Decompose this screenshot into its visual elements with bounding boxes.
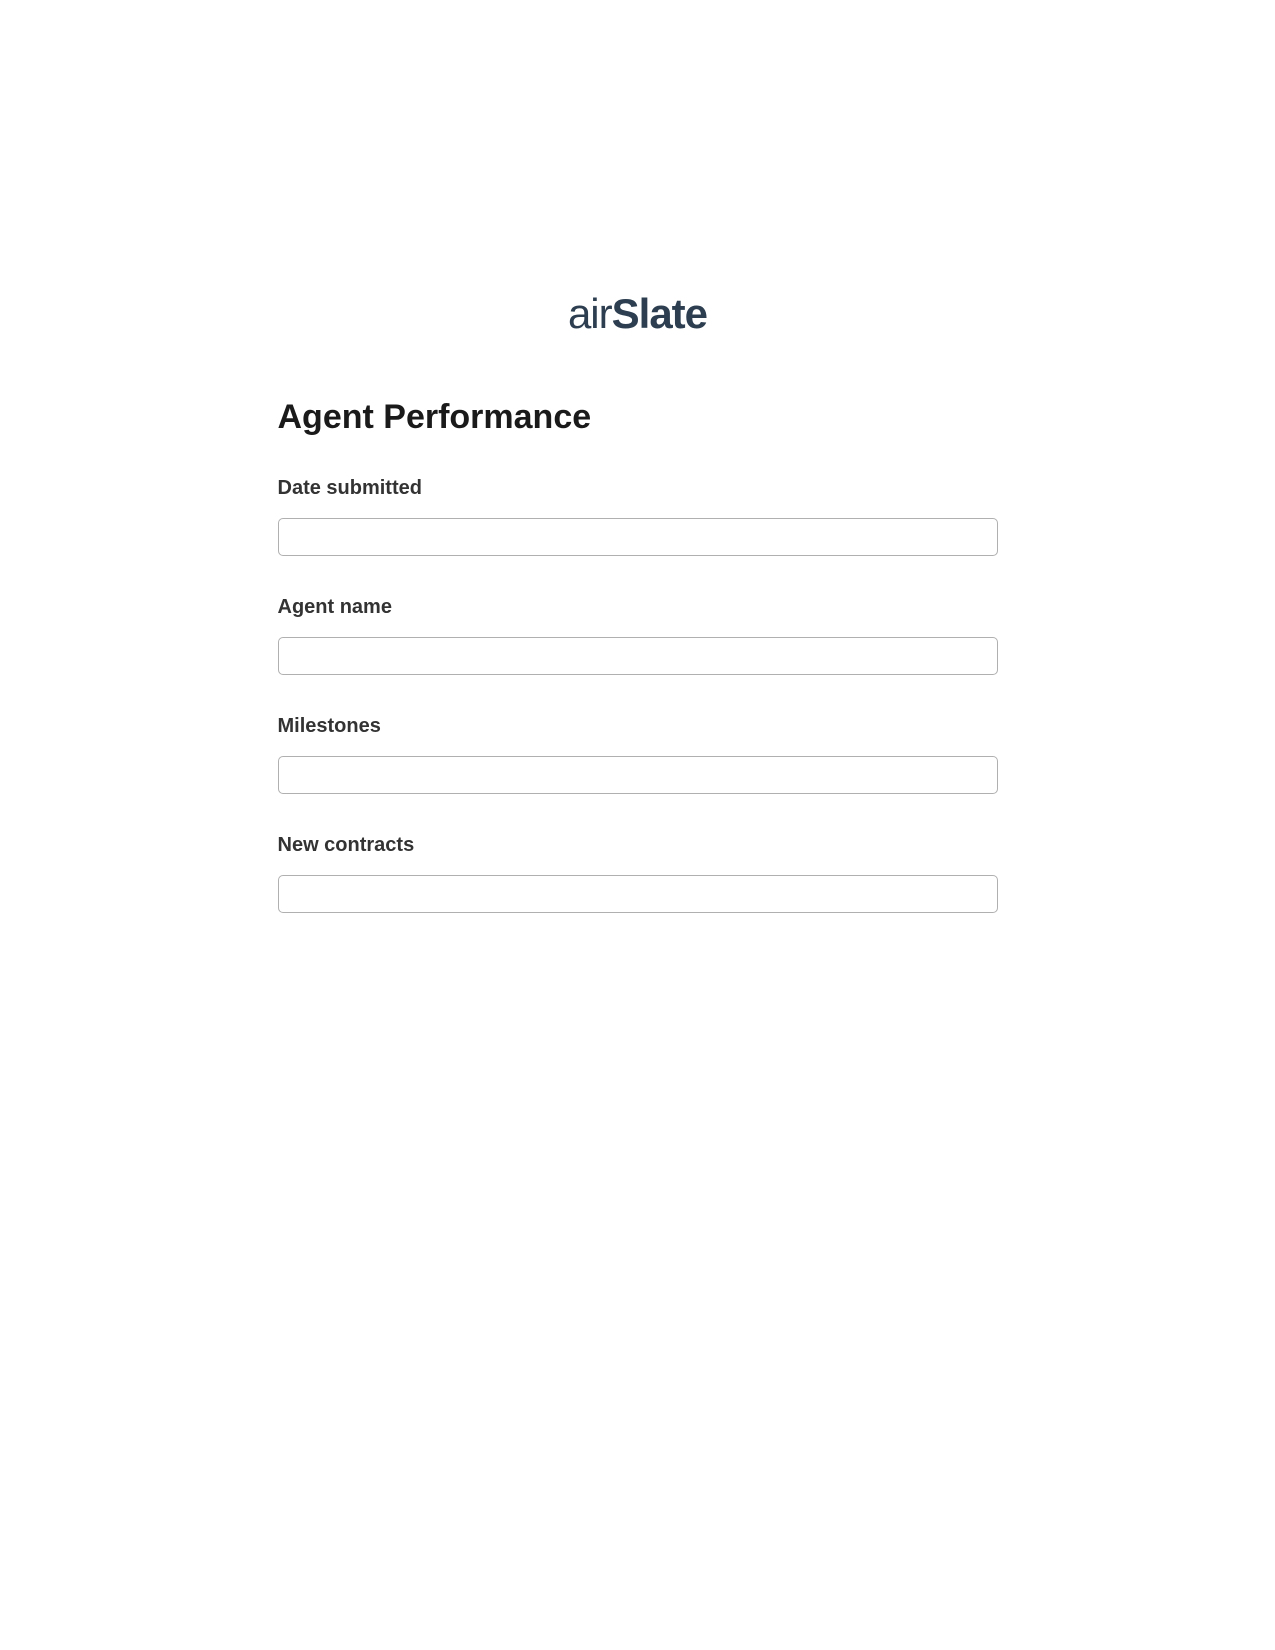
input-date-submitted[interactable]	[278, 518, 998, 556]
logo-suffix: Slate	[612, 290, 707, 337]
form-title: Agent Performance	[278, 398, 998, 437]
label-date-submitted: Date submitted	[278, 477, 998, 500]
input-agent-name[interactable]	[278, 637, 998, 675]
logo: airSlate	[278, 290, 998, 338]
field-agent-name: Agent name	[278, 596, 998, 675]
label-new-contracts: New contracts	[278, 834, 998, 857]
logo-prefix: air	[568, 290, 612, 337]
input-milestones[interactable]	[278, 756, 998, 794]
label-milestones: Milestones	[278, 715, 998, 738]
field-date-submitted: Date submitted	[278, 477, 998, 556]
form-container: airSlate Agent Performance Date submitte…	[278, 290, 998, 913]
field-new-contracts: New contracts	[278, 834, 998, 913]
field-milestones: Milestones	[278, 715, 998, 794]
label-agent-name: Agent name	[278, 596, 998, 619]
input-new-contracts[interactable]	[278, 875, 998, 913]
logo-text: airSlate	[568, 290, 707, 337]
